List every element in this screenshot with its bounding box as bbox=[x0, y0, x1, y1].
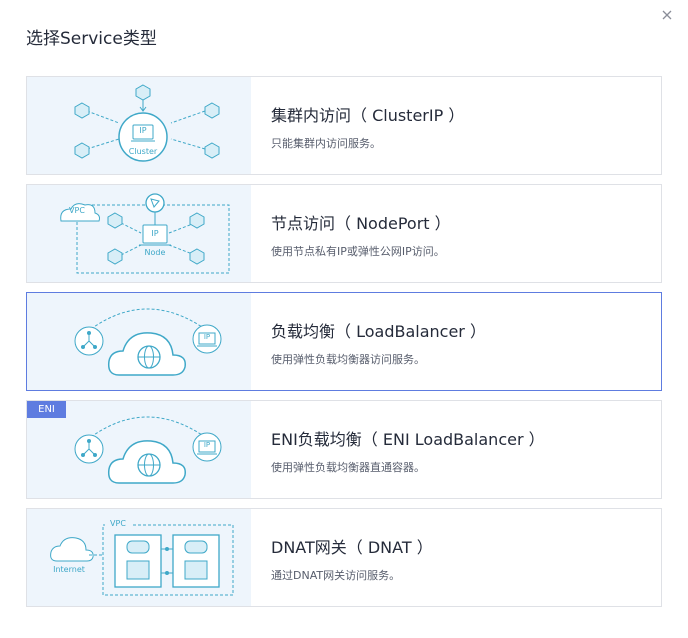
vpc-label: VPC bbox=[69, 206, 85, 215]
cluster-sub-label: Cluster bbox=[128, 147, 158, 156]
close-icon[interactable] bbox=[657, 6, 677, 26]
node-icon: VPC IP Node bbox=[27, 185, 251, 282]
card-title: 集群内访问（ ClusterIP ） bbox=[271, 106, 465, 125]
card-desc: 通过DNAT网关访问服务。 bbox=[271, 569, 401, 582]
eni-badge: ENI bbox=[27, 401, 66, 418]
cluster-icon: IP Cluster bbox=[27, 77, 251, 174]
card-desc: 使用弹性负载均衡器直通容器。 bbox=[271, 461, 425, 474]
lb-ip-label: IP bbox=[203, 333, 211, 341]
card-title: 节点访问（ NodePort ） bbox=[271, 214, 451, 233]
node-sub-label: Node bbox=[144, 248, 166, 257]
card-desc: 使用节点私有IP或弹性公网IP访问。 bbox=[271, 245, 445, 258]
node-ip-label: IP bbox=[151, 229, 159, 238]
card-title: DNAT网关（ DNAT ） bbox=[271, 538, 433, 557]
eni-ip-label: IP bbox=[203, 441, 211, 449]
card-title: ENI负载均衡（ ENI LoadBalancer ） bbox=[271, 430, 545, 449]
dnat-vpc-label: VPC bbox=[105, 519, 131, 528]
loadbalancer-icon: IP bbox=[27, 293, 251, 390]
dialog-title: 选择Service类型 bbox=[26, 29, 157, 49]
dnat-icon: VPC Internet bbox=[27, 509, 251, 606]
card-desc: 使用弹性负载均衡器访问服务。 bbox=[271, 353, 425, 366]
service-type-dnat[interactable]: VPC Internet DNAT网关（ DNAT ） 通过DNAT网关访问服务… bbox=[26, 508, 662, 607]
internet-label: Internet bbox=[53, 565, 85, 574]
service-type-dialog: 选择Service类型 IP Cluster 集群内访问（ ClusterIP … bbox=[0, 0, 688, 638]
service-type-clusterip[interactable]: IP Cluster 集群内访问（ ClusterIP ） 只能集群内访问服务。 bbox=[26, 76, 662, 175]
service-type-eni-loadbalancer[interactable]: IP ENI ENI负载均衡（ ENI LoadBalancer ） 使用弹性负… bbox=[26, 400, 662, 499]
cluster-ip-label: IP bbox=[139, 126, 147, 135]
service-type-nodeport[interactable]: VPC IP Node 节点访问（ NodePort ） 使用节点私有IP或弹性… bbox=[26, 184, 662, 283]
card-title: 负载均衡（ LoadBalancer ） bbox=[271, 322, 486, 341]
card-desc: 只能集群内访问服务。 bbox=[271, 137, 381, 150]
service-type-loadbalancer[interactable]: IP 负载均衡（ LoadBalancer ） 使用弹性负载均衡器访问服务。 bbox=[26, 292, 662, 391]
